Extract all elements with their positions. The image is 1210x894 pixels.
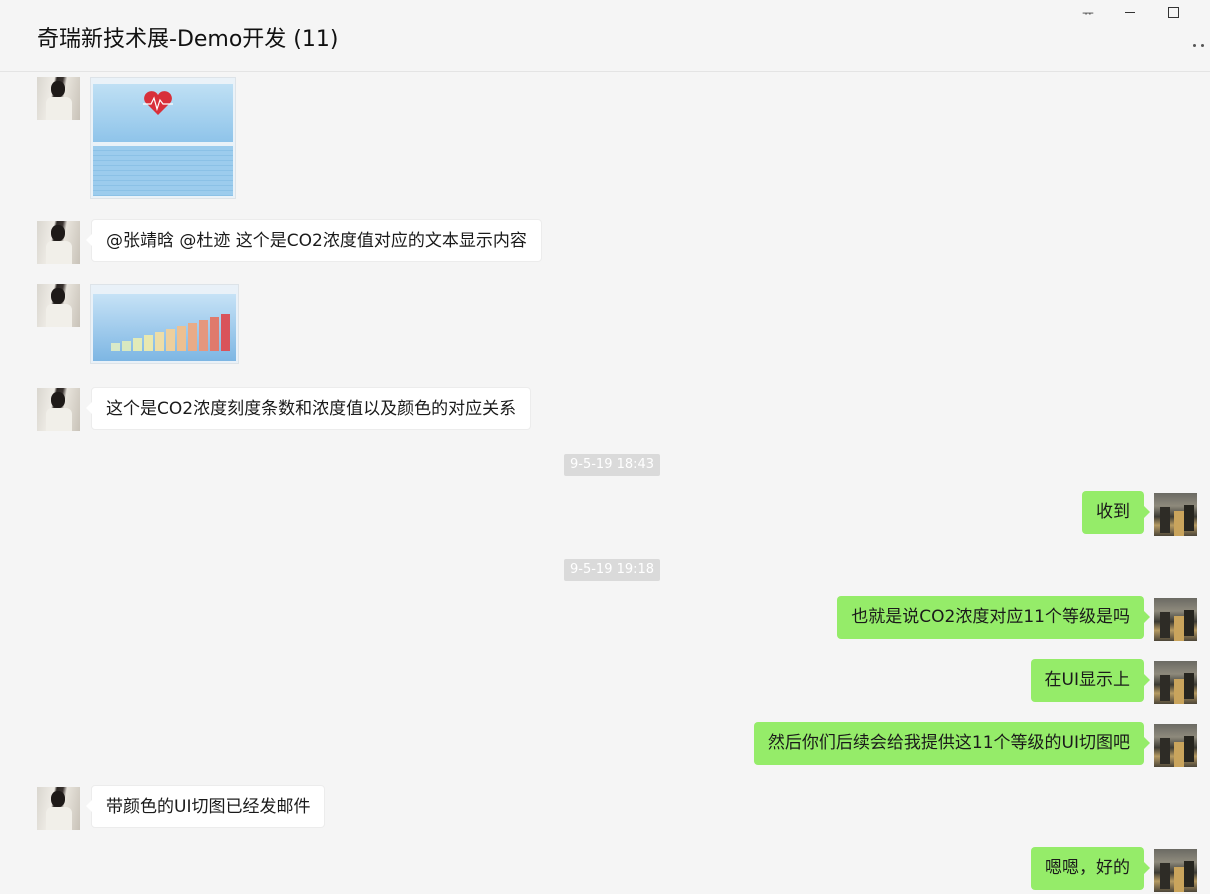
avatar[interactable] xyxy=(1154,724,1197,767)
image-bottom-panel xyxy=(93,146,233,196)
co2-bars-graphic xyxy=(111,314,230,351)
avatar[interactable] xyxy=(37,77,80,120)
message-bubble[interactable]: 然后你们后续会给我提供这11个等级的UI切图吧 xyxy=(753,722,1151,765)
avatar[interactable] xyxy=(1154,661,1197,704)
timestamp: 9-5-19 18:43 xyxy=(564,454,661,476)
avatar[interactable] xyxy=(37,388,80,431)
maximize-box xyxy=(1167,6,1179,18)
message-image-co2-levels[interactable] xyxy=(90,284,239,364)
message-bubble[interactable]: 带颜色的UI切图已经发邮件 xyxy=(85,785,326,828)
message-bubble[interactable]: 也就是说CO2浓度对应11个等级是吗 xyxy=(837,596,1150,639)
message-bubble[interactable]: @张靖晗 @杜迹 这个是CO2浓度值对应的文本显示内容 xyxy=(86,219,542,262)
chat-window: 奇瑞新技术展-Demo开发 (11) ᅲ @张靖晗 @杜迹 这个是CO2浓度值对… xyxy=(0,0,1210,894)
pin-icon[interactable]: ᅲ xyxy=(1068,0,1108,24)
message-bubble[interactable]: 收到 xyxy=(1082,491,1150,534)
message-bubble[interactable]: 在UI显示上 xyxy=(1030,659,1151,702)
avatar[interactable] xyxy=(1154,849,1197,892)
avatar[interactable] xyxy=(1154,598,1197,641)
more-dot xyxy=(1192,43,1196,47)
avatar[interactable] xyxy=(1154,493,1197,536)
pin-glyph: ᅲ xyxy=(1082,6,1094,22)
avatar[interactable] xyxy=(37,284,80,327)
avatar[interactable] xyxy=(37,787,80,830)
avatar[interactable] xyxy=(37,221,80,264)
message-bubble[interactable]: 嗯嗯，好的 xyxy=(1031,847,1150,890)
minimize-icon[interactable] xyxy=(1110,0,1150,24)
chat-title[interactable]: 奇瑞新技术展-Demo开发 (11) xyxy=(37,25,338,55)
message-bubble[interactable]: 这个是CO2浓度刻度条数和浓度值以及颜色的对应关系 xyxy=(85,387,532,430)
message-image-dashboard[interactable] xyxy=(90,77,236,199)
more-icon[interactable] xyxy=(1187,38,1209,52)
more-dot xyxy=(1200,43,1204,47)
maximize-icon[interactable] xyxy=(1153,0,1193,24)
heart-icon xyxy=(143,91,173,115)
timestamp: 9-5-19 19:18 xyxy=(564,559,661,581)
minimize-bar xyxy=(1125,11,1135,13)
chat-header: 奇瑞新技术展-Demo开发 (11) ᅲ xyxy=(0,0,1210,72)
